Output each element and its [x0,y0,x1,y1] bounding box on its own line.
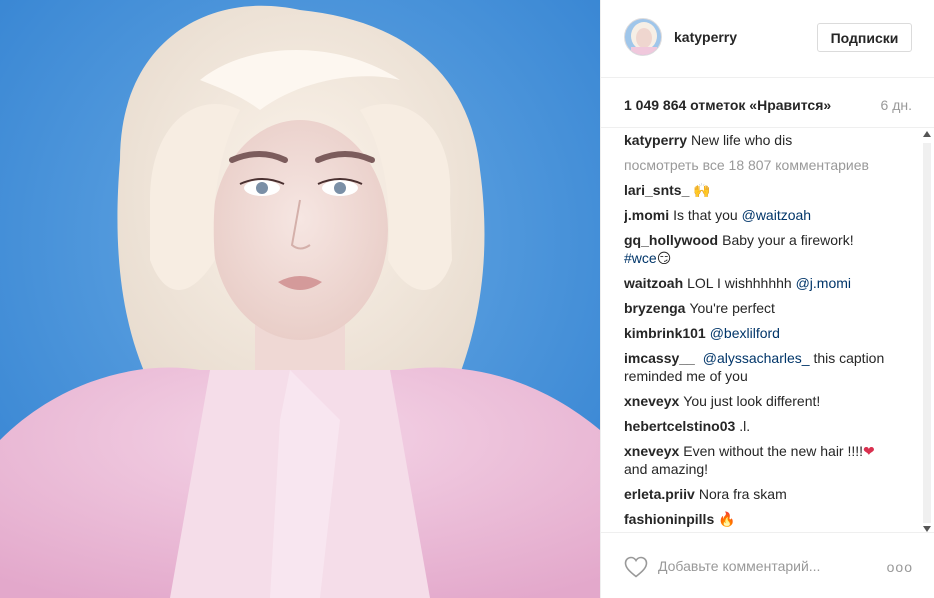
comment-item: fashioninpills 🔥 [624,510,909,528]
post-author-username[interactable]: katyperry [674,29,737,45]
comments-list: katyperry New life who dis посмотреть все… [624,131,909,532]
avatar[interactable] [624,18,662,56]
add-comment-input[interactable] [658,555,878,577]
comment-text: Even without the new hair !!!! [683,443,864,459]
comment-username[interactable]: bryzenga [624,300,685,316]
post-time[interactable]: 6 дн. [881,97,912,113]
comment-item: lari_snts_ 🙌 [624,181,909,199]
view-all-comments-link[interactable]: посмотреть все 18 807 комментариев [624,156,909,174]
comment-hashtag[interactable]: #wce [624,250,657,266]
comment-text-continued: and amazing! [624,461,709,477]
likes-row: 1 049 864 отметок «Нравится» 6 дн. [601,78,934,128]
comment-text: LOL I wishhhhhh [687,275,792,291]
caption-text: New life who dis [691,132,793,148]
comment-mention[interactable]: @alyssacharles_ [703,350,810,366]
comment-item: erleta.priiv Nora fra skam [624,485,909,503]
comment-text: You just look different! [683,393,821,409]
more-options-icon[interactable]: ooo [887,559,913,575]
comment-text: .l. [739,418,751,434]
raised-hands-emoji-icon: 🙌 [693,182,711,198]
comment-item: j.momi Is that you @waitzoah [624,206,909,224]
comment-mention[interactable]: @waitzoah [742,207,811,223]
comment-item: kimbrink101 @bexlilford [624,324,909,342]
like-heart-icon[interactable] [624,556,648,581]
fire-emoji-icon: 🔥 [718,511,736,527]
scroll-up-arrow-icon[interactable] [923,131,931,137]
caption: katyperry New life who dis [624,131,909,149]
post-sidebar: katyperry Подписки 1 049 864 отметок «Нр… [600,0,934,598]
comment-item: waitzoah LOL I wishhhhhh @j.momi [624,274,909,292]
comment-username[interactable]: gq_hollywood [624,232,718,248]
comment-username[interactable]: kimbrink101 [624,325,706,341]
comments-scrollbar[interactable] [922,131,932,532]
red-heart-emoji-icon: ❤ [863,443,875,459]
comment-item: gq_hollywood Baby your a firework! #wce😏 [624,231,909,267]
comment-username[interactable]: xneveyx [624,443,679,459]
comment-username[interactable]: imcassy__ [624,350,695,366]
comment-username[interactable]: fashioninpills [624,511,714,527]
comment-username[interactable]: hebertcelstino03 [624,418,735,434]
comment-item: hebertcelstino03 .l. [624,417,909,435]
comment-username[interactable]: waitzoah [624,275,683,291]
comment-username[interactable]: j.momi [624,207,669,223]
comment-item: xneveyx You just look different! [624,392,909,410]
likes-count[interactable]: 1 049 864 отметок «Нравится» [624,97,831,113]
portrait-image [0,0,600,598]
following-button[interactable]: Подписки [817,23,912,52]
comment-mention[interactable]: @bexlilford [710,325,780,341]
smirk-emoji-icon: 😏 [656,250,672,266]
caption-username[interactable]: katyperry [624,132,687,148]
comment-mention[interactable]: @j.momi [796,275,851,291]
comment-text: Nora fra skam [698,486,787,502]
avatar-image [625,19,661,55]
comment-text: You're perfect [689,300,775,316]
post-header: katyperry Подписки [601,0,934,78]
comment-item: xneveyx Even without the new hair !!!!❤ a… [624,442,909,478]
comment-username[interactable]: erleta.priiv [624,486,695,502]
comment-username[interactable]: xneveyx [624,393,679,409]
post-photo[interactable] [0,0,600,598]
comment-item: bryzenga You're perfect [624,299,909,317]
scroll-thumb[interactable] [923,143,931,523]
comment-text: Baby your a firework! [722,232,854,248]
add-comment-bar: ooo [601,532,934,598]
comment-item: imcassy__ @alyssacharles_ this caption r… [624,349,909,385]
comment-text: Is that you [673,207,738,223]
comment-username[interactable]: lari_snts_ [624,182,689,198]
